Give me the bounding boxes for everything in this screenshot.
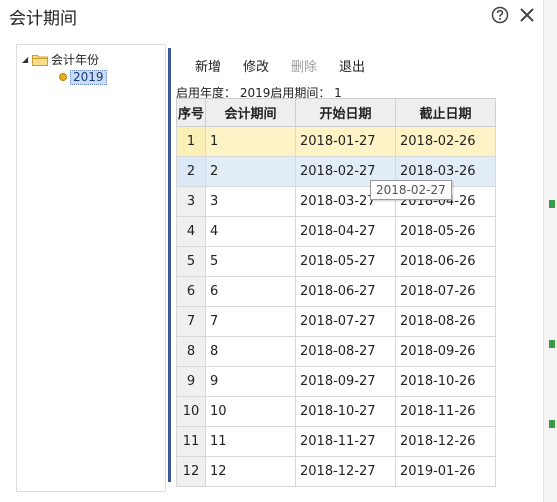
period-table: 序号 会计期间 开始日期 截止日期 1 1 2018-01-27 2018-02-26… bbox=[176, 98, 496, 487]
table-row[interactable]: 9 9 2018-09-27 2018-10-26 bbox=[176, 366, 496, 397]
cell-seq: 2 bbox=[176, 156, 206, 187]
cell-start-date: 2018-07-27 bbox=[295, 306, 396, 337]
cell-end-date: 2019-01-26 bbox=[395, 456, 496, 487]
expand-arrow-icon[interactable]: ◢ bbox=[22, 55, 32, 64]
cell-start-date: 2018-06-27 bbox=[295, 276, 396, 307]
cell-period: 2 bbox=[205, 156, 296, 187]
accounting-period-dialog: 会计期间 ◢ 会计年份 2019 新增 修改 删除 退出 启用年度： 2019启… bbox=[0, 0, 543, 502]
cell-end-date: 2018-06-26 bbox=[395, 246, 496, 277]
cell-seq: 1 bbox=[176, 126, 206, 157]
header-seq[interactable]: 序号 bbox=[176, 98, 206, 127]
cell-start-date: 2018-04-27 bbox=[295, 216, 396, 247]
add-button[interactable]: 新增 bbox=[195, 56, 221, 75]
cell-start-date: 2018-10-27 bbox=[295, 396, 396, 427]
cell-period: 11 bbox=[205, 426, 296, 457]
tree-label-2019: 2019 bbox=[70, 69, 107, 85]
tree-node-fiscal-year[interactable]: ◢ 会计年份 bbox=[22, 51, 99, 67]
header-end-date[interactable]: 截止日期 bbox=[395, 98, 496, 127]
dialog-title: 会计期间 bbox=[9, 9, 77, 29]
table-row[interactable]: 4 4 2018-04-27 2018-05-26 bbox=[176, 216, 496, 247]
cell-seq: 7 bbox=[176, 306, 206, 337]
table-row[interactable]: 12 12 2018-12-27 2019-01-26 bbox=[176, 456, 496, 487]
cell-seq: 11 bbox=[176, 426, 206, 457]
cell-start-date: 2018-05-27 bbox=[295, 246, 396, 277]
cell-seq: 3 bbox=[176, 186, 206, 217]
help-circle-icon[interactable] bbox=[491, 6, 509, 24]
cell-period: 12 bbox=[205, 456, 296, 487]
table-row[interactable]: 1 1 2018-01-27 2018-02-26 bbox=[176, 126, 496, 157]
cell-end-date: 2018-02-26 bbox=[395, 126, 496, 157]
exit-button[interactable]: 退出 bbox=[339, 56, 365, 75]
table-row[interactable]: 8 8 2018-08-27 2018-09-26 bbox=[176, 336, 496, 367]
cell-end-date: 2018-11-26 bbox=[395, 396, 496, 427]
cell-seq: 4 bbox=[176, 216, 206, 247]
fiscal-year-tree: ◢ 会计年份 2019 bbox=[16, 44, 166, 492]
tree-node-2019[interactable]: 2019 bbox=[59, 69, 107, 85]
cell-start-date: 2018-12-27 bbox=[295, 456, 396, 487]
background-marker bbox=[549, 200, 555, 208]
cell-end-date: 2018-12-26 bbox=[395, 426, 496, 457]
cell-period: 10 bbox=[205, 396, 296, 427]
cell-end-date: 2018-09-26 bbox=[395, 336, 496, 367]
cell-period: 9 bbox=[205, 366, 296, 397]
header-period[interactable]: 会计期间 bbox=[205, 98, 296, 127]
cell-period: 1 bbox=[205, 126, 296, 157]
cell-period: 8 bbox=[205, 336, 296, 367]
dialog-titlebar: 会计期间 bbox=[0, 0, 543, 32]
yellow-dot-icon bbox=[59, 73, 67, 81]
cell-period: 6 bbox=[205, 276, 296, 307]
table-row[interactable]: 10 10 2018-10-27 2018-11-26 bbox=[176, 396, 496, 427]
cell-end-date: 2018-08-26 bbox=[395, 306, 496, 337]
folder-icon bbox=[32, 54, 48, 66]
cell-start-date: 2018-08-27 bbox=[295, 336, 396, 367]
cell-start-date: 2018-09-27 bbox=[295, 366, 396, 397]
cell-end-date: 2018-05-26 bbox=[395, 216, 496, 247]
table-row[interactable]: 6 6 2018-06-27 2018-07-26 bbox=[176, 276, 496, 307]
delete-button[interactable]: 删除 bbox=[291, 56, 317, 75]
table-row[interactable]: 5 5 2018-05-27 2018-06-26 bbox=[176, 246, 496, 277]
cell-seq: 5 bbox=[176, 246, 206, 277]
background-marker bbox=[549, 420, 555, 428]
date-tooltip: 2018-02-27 bbox=[370, 180, 452, 200]
background-marker bbox=[549, 340, 555, 348]
edit-button[interactable]: 修改 bbox=[243, 56, 269, 75]
cell-start-date: 2018-01-27 bbox=[295, 126, 396, 157]
cell-seq: 6 bbox=[176, 276, 206, 307]
cell-start-date: 2018-11-27 bbox=[295, 426, 396, 457]
cell-end-date: 2018-07-26 bbox=[395, 276, 496, 307]
cell-period: 4 bbox=[205, 216, 296, 247]
table-header-row: 序号 会计期间 开始日期 截止日期 bbox=[176, 98, 496, 127]
table-row[interactable]: 7 7 2018-07-27 2018-08-26 bbox=[176, 306, 496, 337]
cell-seq: 9 bbox=[176, 366, 206, 397]
panel-splitter[interactable] bbox=[168, 48, 171, 482]
cell-seq: 10 bbox=[176, 396, 206, 427]
table-row[interactable]: 11 11 2018-11-27 2018-12-26 bbox=[176, 426, 496, 457]
cell-seq: 8 bbox=[176, 336, 206, 367]
close-icon[interactable] bbox=[518, 6, 536, 24]
cell-end-date: 2018-10-26 bbox=[395, 366, 496, 397]
header-start-date[interactable]: 开始日期 bbox=[295, 98, 396, 127]
cell-period: 7 bbox=[205, 306, 296, 337]
toolbar: 新增 修改 删除 退出 bbox=[171, 48, 531, 78]
cell-period: 5 bbox=[205, 246, 296, 277]
tree-label-fiscal-year: 会计年份 bbox=[51, 52, 100, 67]
cell-seq: 12 bbox=[176, 456, 206, 487]
cell-period: 3 bbox=[205, 186, 296, 217]
